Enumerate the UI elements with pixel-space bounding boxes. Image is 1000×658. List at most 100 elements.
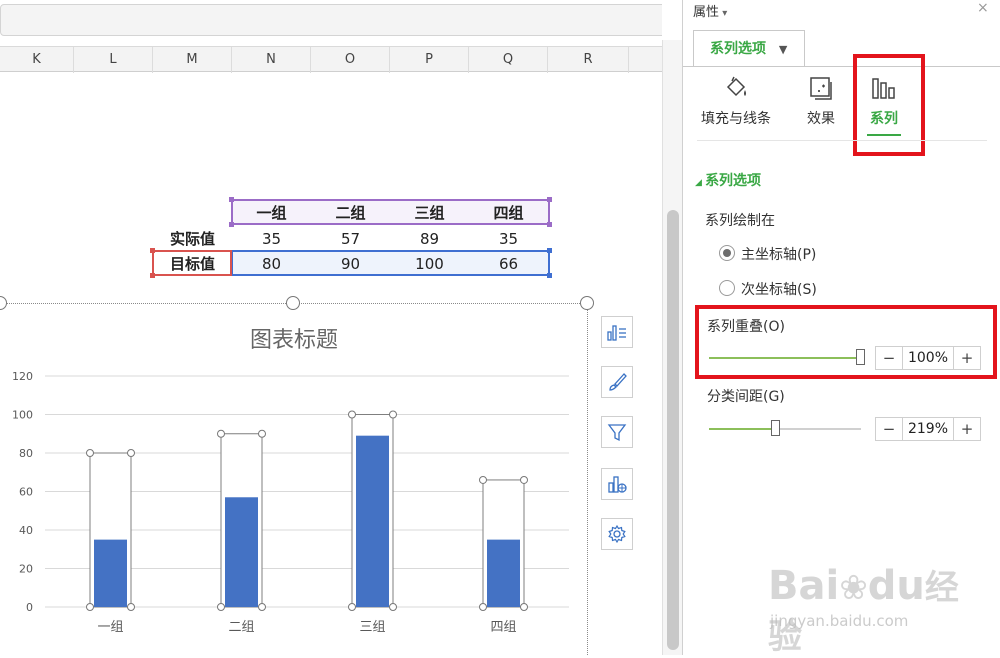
- close-icon[interactable]: ×: [977, 0, 989, 16]
- y-tick-label: 80: [19, 447, 33, 460]
- table-cell[interactable]: 66: [469, 252, 548, 276]
- gap-width-stepper[interactable]: − 219% +: [875, 417, 981, 441]
- divider: [697, 140, 987, 141]
- chart-type-icon: [608, 476, 627, 493]
- section-header-series-options[interactable]: ◢ 系列选项: [695, 170, 761, 190]
- formula-bar[interactable]: [0, 4, 662, 36]
- bar-selection-handle[interactable]: [217, 429, 225, 438]
- x-tick-label: 一组: [97, 620, 123, 635]
- bar-selection-handle[interactable]: [348, 603, 356, 611]
- decrement-button[interactable]: −: [876, 347, 902, 369]
- x-tick-label: 二组: [228, 620, 254, 635]
- tab-label: 系列选项: [710, 41, 766, 57]
- spreadsheet-area[interactable]: K L M N O P Q R 一组 二组 三组 四组 实际值 35 57 89…: [0, 0, 662, 655]
- chart-settings-button[interactable]: [601, 518, 633, 550]
- pane-title[interactable]: 属性 ▾: [693, 1, 727, 20]
- primary-axis-label[interactable]: 主坐标轴(P): [741, 244, 816, 264]
- column-header[interactable]: O: [311, 47, 390, 73]
- chart-resize-handle[interactable]: [286, 296, 300, 310]
- bar-selection-handle[interactable]: [127, 449, 135, 457]
- actual-bar: [487, 539, 520, 607]
- chart-object[interactable]: 图表标题 0 20 40 60 80 100 120 一组 二组 三组 四组: [0, 303, 588, 655]
- bar-selection-handle[interactable]: [258, 603, 266, 611]
- effects-icon: [810, 77, 832, 100]
- y-tick-label: 40: [19, 524, 33, 537]
- row-label-cell[interactable]: 目标值: [153, 252, 232, 276]
- secondary-axis-label[interactable]: 次坐标轴(S): [741, 279, 817, 299]
- y-tick-label: 100: [12, 409, 33, 422]
- chart-elements-icon: [607, 325, 626, 341]
- actual-bar: [356, 435, 389, 607]
- y-tick-label: 60: [19, 486, 33, 499]
- y-tick-label: 20: [19, 563, 33, 576]
- table-cell[interactable]: 35: [469, 227, 548, 251]
- series-overlap-slider[interactable]: [709, 357, 861, 359]
- bar-selection-handle[interactable]: [217, 603, 225, 611]
- bar-selection-handle[interactable]: [86, 603, 94, 611]
- table-cell[interactable]: 100: [390, 252, 469, 276]
- section-title: 系列选项: [705, 173, 762, 189]
- table-cell[interactable]: 35: [232, 227, 311, 251]
- bar-selection-handle[interactable]: [389, 603, 397, 611]
- column-header[interactable]: M: [153, 47, 232, 73]
- bar-selection-handle[interactable]: [479, 475, 487, 484]
- column-header[interactable]: N: [232, 47, 311, 73]
- y-tick-label: 120: [12, 370, 33, 383]
- chart-style-icon: [609, 373, 627, 391]
- row-label-cell[interactable]: 实际值: [153, 227, 232, 251]
- tab-series-options[interactable]: 系列选项 ▼: [693, 30, 805, 66]
- table-cell[interactable]: 80: [232, 252, 311, 276]
- chart-filter-icon: [607, 424, 627, 442]
- secondary-axis-radio[interactable]: [719, 280, 735, 296]
- bar-selection-handle[interactable]: [520, 603, 528, 611]
- paint-bucket-icon: [726, 76, 746, 97]
- series-overlap-value[interactable]: 100%: [902, 347, 954, 369]
- increment-button[interactable]: +: [954, 418, 980, 440]
- table-header-cell[interactable]: 二组: [311, 201, 390, 225]
- bar-selection-handle[interactable]: [348, 410, 356, 419]
- bar-selection-handle[interactable]: [389, 410, 397, 419]
- vertical-scrollbar[interactable]: [662, 40, 682, 655]
- chart-elements-button[interactable]: [601, 316, 633, 348]
- effects-button[interactable]: 效果: [799, 74, 843, 128]
- column-headers: K L M N O P Q R: [0, 46, 662, 73]
- gap-width-slider-thumb[interactable]: [770, 420, 780, 436]
- series-overlap-slider-thumb[interactable]: [856, 349, 865, 365]
- table-cell[interactable]: 57: [311, 227, 390, 251]
- chart-style-button[interactable]: [601, 366, 633, 398]
- fill-line-button[interactable]: 填充与线条: [695, 74, 777, 128]
- gap-width-label: 分类间距(G): [707, 389, 785, 405]
- table-header-cell[interactable]: 一组: [232, 201, 311, 225]
- table-cell[interactable]: 89: [390, 227, 469, 251]
- x-tick-label: 四组: [490, 620, 516, 635]
- bar-selection-handle[interactable]: [258, 429, 266, 438]
- series-overlap-label: 系列重叠(O): [707, 319, 785, 335]
- bar-selection-handle[interactable]: [479, 603, 487, 611]
- bar-selection-handle[interactable]: [520, 475, 528, 484]
- actual-bar: [225, 497, 258, 607]
- increment-button[interactable]: +: [954, 347, 980, 369]
- column-header[interactable]: L: [74, 47, 153, 73]
- column-header[interactable]: P: [390, 47, 469, 73]
- table-header-cell[interactable]: 三组: [390, 201, 469, 225]
- chart-filter-button[interactable]: [601, 416, 633, 448]
- column-header[interactable]: K: [0, 47, 74, 73]
- series-overlap-stepper[interactable]: − 100% +: [875, 346, 981, 370]
- plot-on-label: 系列绘制在: [705, 213, 775, 229]
- primary-axis-radio[interactable]: [719, 245, 735, 261]
- column-header[interactable]: Q: [469, 47, 548, 73]
- chart-type-button[interactable]: [601, 468, 633, 500]
- actual-bar: [94, 539, 127, 607]
- tab-divider: [683, 66, 1000, 67]
- bar-selection-handle[interactable]: [86, 449, 94, 457]
- bar-selection-handle[interactable]: [127, 603, 135, 611]
- decrement-button[interactable]: −: [876, 418, 902, 440]
- column-header[interactable]: R: [548, 47, 629, 73]
- gap-width-value[interactable]: 219%: [902, 418, 954, 440]
- chart-resize-handle[interactable]: [580, 296, 594, 310]
- scrollbar-thumb[interactable]: [667, 210, 679, 650]
- fill-line-label: 填充与线条: [701, 111, 771, 127]
- table-header-cell[interactable]: 四组: [469, 201, 548, 225]
- properties-pane: 属性 ▾ × 系列选项 ▼ 填充与线条 效果 系列 ◢ 系列选项 系列绘制在 主…: [682, 0, 1000, 655]
- table-cell[interactable]: 90: [311, 252, 390, 276]
